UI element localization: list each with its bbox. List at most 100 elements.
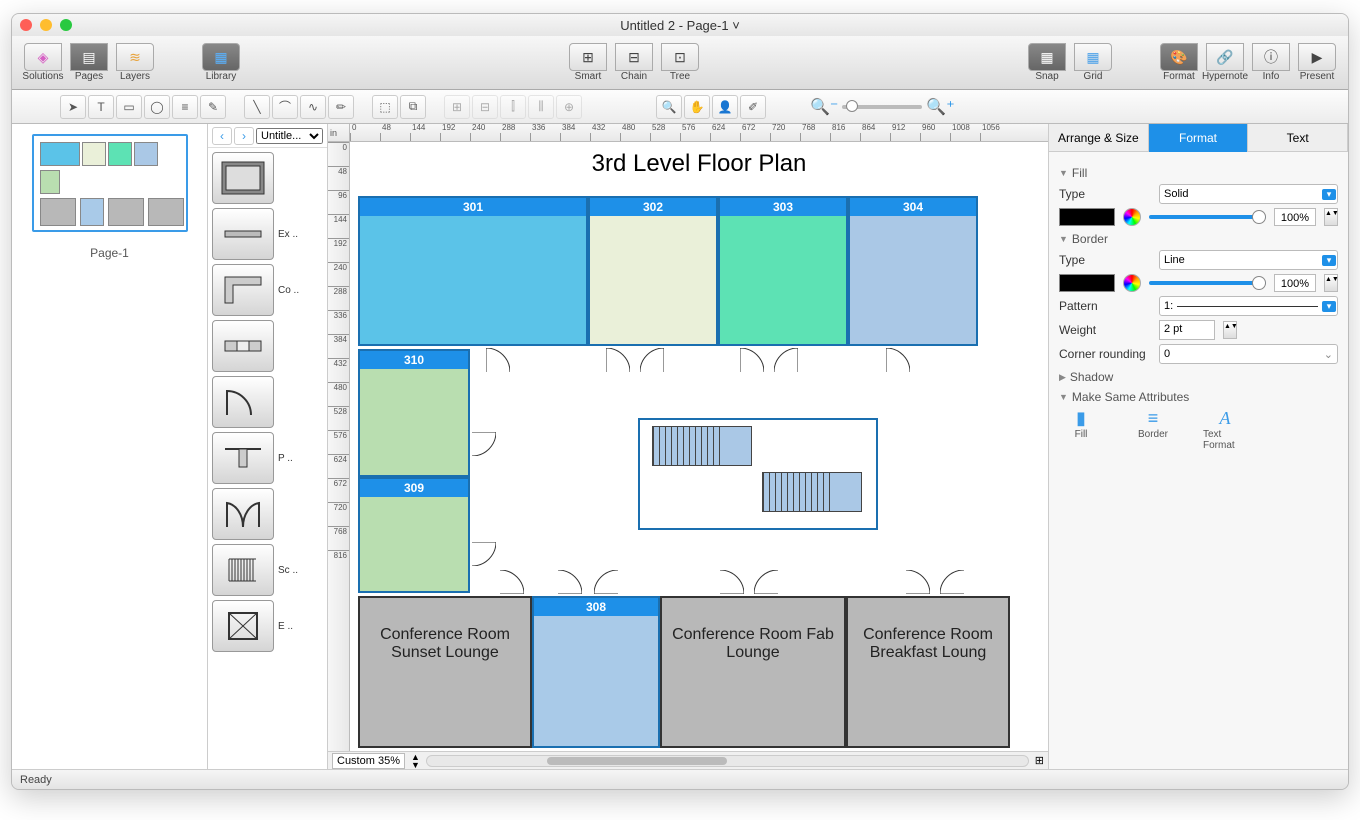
toolbar-tree[interactable]: ⊡Tree: [657, 43, 703, 82]
border-opacity-slider[interactable]: [1149, 281, 1266, 285]
pattern-label: Pattern: [1059, 299, 1151, 313]
pattern-select[interactable]: 1:▾: [1159, 296, 1338, 316]
fill-section[interactable]: ▼Fill: [1059, 166, 1338, 180]
edit-crop-icon[interactable]: ⧉: [400, 95, 426, 119]
spline-tool-icon[interactable]: ∿: [300, 95, 326, 119]
border-opacity-value[interactable]: 100%: [1274, 274, 1316, 292]
toolbar-smart[interactable]: ⊞Smart: [565, 43, 611, 82]
pointer-tool-icon[interactable]: ➤: [60, 95, 86, 119]
color-wheel-icon[interactable]: [1123, 208, 1141, 226]
toolbar-snap[interactable]: ▦Snap: [1024, 43, 1070, 82]
edit-select-icon[interactable]: ⬚: [372, 95, 398, 119]
conf-room-sunset[interactable]: Conference Room Sunset Lounge: [358, 596, 532, 748]
elevator-area[interactable]: [638, 418, 878, 530]
toolbar-solutions[interactable]: ◈Solutions: [20, 43, 66, 82]
page-label[interactable]: Page-1: [22, 246, 197, 260]
fill-color-swatch[interactable]: [1059, 208, 1115, 226]
align-icon[interactable]: ⫿: [500, 95, 526, 119]
border-type-select[interactable]: Line▾: [1159, 250, 1338, 270]
library-shape[interactable]: [212, 320, 323, 372]
zoom-out-icon[interactable]: 🔍⁻: [810, 97, 838, 117]
page-thumbnail[interactable]: [32, 134, 188, 232]
toolbar-chain[interactable]: ⊟Chain: [611, 43, 657, 82]
group-icon[interactable]: ⊞: [444, 95, 470, 119]
library-shape[interactable]: [212, 376, 323, 428]
pan-icon[interactable]: ✋: [684, 95, 710, 119]
h-scrollbar[interactable]: [426, 755, 1029, 767]
same-attrs-section[interactable]: ▼Make Same Attributes: [1059, 390, 1338, 404]
zoom-stepper-icon[interactable]: ▲▼: [411, 753, 420, 769]
toolbar-layers[interactable]: ≋Layers: [112, 43, 158, 82]
border-color-swatch[interactable]: [1059, 274, 1115, 292]
fit-icon[interactable]: ⊞: [1035, 754, 1044, 767]
close-icon[interactable]: [20, 19, 32, 31]
room-302[interactable]: 302: [588, 196, 718, 346]
line-tool-icon[interactable]: ╲: [244, 95, 270, 119]
brush-tool-icon[interactable]: ✏: [328, 95, 354, 119]
canvas-footer: Custom 35% ▲▼ ⊞: [328, 751, 1048, 769]
fill-opacity-slider[interactable]: [1149, 215, 1266, 219]
room-308[interactable]: 308: [532, 596, 660, 748]
tab-text[interactable]: Text: [1248, 124, 1348, 152]
room-303[interactable]: 303: [718, 196, 848, 346]
same-border-button[interactable]: ≡Border: [1131, 408, 1175, 451]
border-section[interactable]: ▼Border: [1059, 232, 1338, 246]
text-tool-icon[interactable]: T: [88, 95, 114, 119]
minimize-icon[interactable]: [40, 19, 52, 31]
textblock-tool-icon[interactable]: ≡: [172, 95, 198, 119]
lib-fwd-icon[interactable]: ›: [234, 127, 254, 145]
tab-format[interactable]: Format: [1149, 124, 1249, 152]
color-wheel-icon[interactable]: [1123, 274, 1141, 292]
toolbar-pages[interactable]: ▤Pages: [66, 43, 112, 82]
eyedropper-icon[interactable]: ✐: [740, 95, 766, 119]
zoom-slider[interactable]: [842, 105, 922, 109]
weight-field[interactable]: 2 pt: [1159, 320, 1215, 340]
room-309[interactable]: 309: [358, 477, 470, 593]
library-select[interactable]: Untitle...: [256, 128, 323, 144]
toolbar-present[interactable]: ▶Present: [1294, 43, 1340, 82]
fill-opacity-stepper[interactable]: ▲▼: [1324, 208, 1338, 226]
library-shape[interactable]: Co ..: [212, 264, 323, 316]
same-fill-button[interactable]: ▮Fill: [1059, 408, 1103, 451]
room-310[interactable]: 310: [358, 349, 470, 477]
room-304[interactable]: 304: [848, 196, 978, 346]
canvas[interactable]: 3rd Level Floor Plan 301 302 303 304 310: [350, 142, 1048, 751]
door-icon: [472, 542, 496, 566]
toolbar-grid[interactable]: ▦Grid: [1070, 43, 1116, 82]
library-shape[interactable]: Ex ..: [212, 208, 323, 260]
library-shape[interactable]: P ..: [212, 432, 323, 484]
corner-select[interactable]: 0⌄: [1159, 344, 1338, 364]
conf-room-fab[interactable]: Conference Room Fab Lounge: [660, 596, 846, 748]
toolbar-library[interactable]: ▦Library: [198, 43, 244, 82]
arc-tool-icon[interactable]: ⌒: [272, 95, 298, 119]
border-opacity-stepper[interactable]: ▲▼: [1324, 274, 1338, 292]
rect-tool-icon[interactable]: ▭: [116, 95, 142, 119]
ellipse-tool-icon[interactable]: ◯: [144, 95, 170, 119]
conf-room-breakfast[interactable]: Conference Room Breakfast Loung: [846, 596, 1010, 748]
combine-icon[interactable]: ⊕: [556, 95, 582, 119]
fill-type-select[interactable]: Solid▾: [1159, 184, 1338, 204]
toolbar-info[interactable]: ⓘInfo: [1248, 43, 1294, 82]
distribute-icon[interactable]: ⫼: [528, 95, 554, 119]
zoom-window-icon[interactable]: [60, 19, 72, 31]
toolbar-format[interactable]: 🎨Format: [1156, 43, 1202, 82]
pencil-tool-icon[interactable]: ✎: [200, 95, 226, 119]
window-title[interactable]: Untitled 2 - Page-1 ˅: [12, 18, 1348, 33]
toolbar-hypernote[interactable]: 🔗Hypernote: [1202, 43, 1248, 82]
weight-stepper[interactable]: ▲▼: [1223, 321, 1237, 339]
lib-back-icon[interactable]: ‹: [212, 127, 232, 145]
library-shape[interactable]: [212, 488, 323, 540]
person-icon[interactable]: 👤: [712, 95, 738, 119]
tab-arrange[interactable]: Arrange & Size: [1049, 124, 1149, 152]
library-shape[interactable]: E ..: [212, 600, 323, 652]
ungroup-icon[interactable]: ⊟: [472, 95, 498, 119]
zoom-select[interactable]: Custom 35%: [332, 753, 405, 769]
room-301[interactable]: 301: [358, 196, 588, 346]
fill-opacity-value[interactable]: 100%: [1274, 208, 1316, 226]
shadow-section[interactable]: ▶Shadow: [1059, 370, 1338, 384]
zoom-in-icon[interactable]: 🔍: [656, 95, 682, 119]
zoom-in-icon-2[interactable]: 🔍⁺: [926, 97, 954, 117]
library-shape[interactable]: [212, 152, 323, 204]
same-text-button[interactable]: AText Format: [1203, 408, 1247, 451]
library-shape[interactable]: Sc ..: [212, 544, 323, 596]
